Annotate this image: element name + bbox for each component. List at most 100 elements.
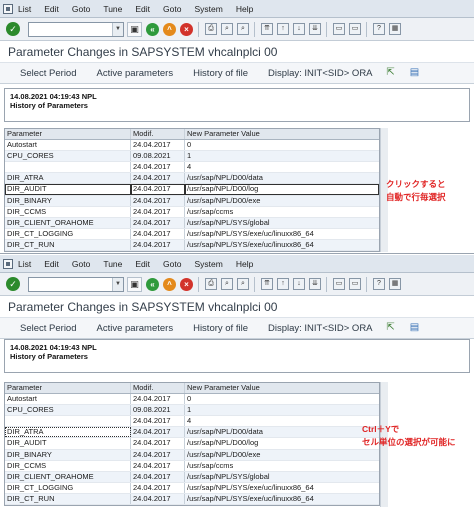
menu-system[interactable]: System <box>194 259 222 269</box>
cell-parameter[interactable]: DIR_BINARY <box>5 449 131 460</box>
layout-icon[interactable]: ▦ <box>389 278 401 290</box>
exit-icon[interactable]: ^ <box>163 22 176 36</box>
cell-value[interactable]: /usr/sap/NPL/D00/exe <box>185 450 379 460</box>
cell-modified[interactable]: 24.04.2017 <box>131 416 185 427</box>
menu-goto[interactable]: Goto <box>72 259 90 269</box>
table-row[interactable]: DIR_ATRA 24.04.2017 /usr/sap/NPL/D00/dat… <box>5 173 379 185</box>
menu-list[interactable]: List <box>18 4 31 14</box>
table-row[interactable]: CPU_CORES 09.08.2021 1 <box>5 151 379 163</box>
layout-settings-icon[interactable]: ▤ <box>409 67 421 79</box>
cell-modified[interactable]: 24.04.2017 <box>131 460 185 471</box>
table-row[interactable]: DIR_CLIENT_ORAHOME 24.04.2017 /usr/sap/N… <box>5 217 379 229</box>
cell-parameter[interactable]: DIR_AUDIT <box>5 438 131 449</box>
first-page-icon[interactable]: ⇈ <box>261 23 273 35</box>
find-icon[interactable]: ⌕ <box>221 23 233 35</box>
column-header-modified[interactable]: Modif. <box>131 383 185 394</box>
cell-modified[interactable]: 24.04.2017 <box>131 471 185 482</box>
find-next-icon[interactable]: ⌕ <box>237 23 249 35</box>
cell-modified[interactable]: 24.04.2017 <box>131 438 185 449</box>
cell-parameter[interactable]: Autostart <box>5 140 131 151</box>
table-row[interactable]: DIR_AUDIT 24.04.2017 /usr/sap/NPL/D00/lo… <box>5 438 379 450</box>
cell-modified[interactable]: 09.08.2021 <box>131 405 185 416</box>
select-period-button[interactable]: Select Period <box>20 68 77 79</box>
cell-value[interactable]: 4 <box>185 416 379 426</box>
history-of-file-button[interactable]: History of file <box>193 68 248 79</box>
command-field[interactable]: ▼ <box>28 21 124 37</box>
menu-goto-2[interactable]: Goto <box>163 259 181 269</box>
help-icon[interactable]: ? <box>373 278 385 290</box>
table-row[interactable]: DIR_CT_LOGGING 24.04.2017 /usr/sap/NPL/S… <box>5 228 379 240</box>
window-menu-icon[interactable] <box>3 258 13 269</box>
menu-system[interactable]: System <box>194 4 222 14</box>
enter-check-icon[interactable]: ✓ <box>6 277 20 291</box>
select-period-button[interactable]: Select Period <box>20 323 77 334</box>
cell-modified[interactable]: 24.04.2017 <box>131 482 185 493</box>
menu-edit[interactable]: Edit <box>44 259 59 269</box>
layout-settings-icon[interactable]: ▤ <box>409 322 421 334</box>
enter-check-icon[interactable]: ✓ <box>6 22 20 36</box>
cell-value[interactable]: /usr/sap/NPL/SYS/exe/uc/linuxx86_64 <box>185 240 379 250</box>
previous-page-icon[interactable]: ↑ <box>277 23 289 35</box>
cell-modified[interactable]: 24.04.2017 <box>131 427 185 438</box>
cell-parameter[interactable]: DIR_CT_RUN <box>5 493 131 505</box>
new-session-icon[interactable]: ▭ <box>333 23 345 35</box>
cell-value[interactable]: 1 <box>185 151 379 161</box>
save-icon[interactable]: ▣ <box>127 21 142 37</box>
export-icon[interactable]: ⇱ <box>385 67 397 79</box>
cancel-icon[interactable]: × <box>180 22 193 36</box>
save-icon[interactable]: ▣ <box>127 276 142 292</box>
table-row[interactable]: DIR_CCMS 24.04.2017 /usr/sap/ccms <box>5 460 379 472</box>
cell-value[interactable]: /usr/sap/NPL/D00/log <box>185 184 379 195</box>
cell-modified[interactable]: 24.04.2017 <box>131 173 185 184</box>
new-session-icon[interactable]: ▭ <box>333 278 345 290</box>
first-page-icon[interactable]: ⇈ <box>261 278 273 290</box>
print-icon[interactable]: ⎙ <box>205 23 217 35</box>
cell-modified[interactable]: 24.04.2017 <box>131 206 185 217</box>
cell-value[interactable]: /usr/sap/NPL/SYS/exe/uc/linuxx86_64 <box>185 229 379 239</box>
cell-parameter[interactable] <box>5 416 131 427</box>
previous-page-icon[interactable]: ↑ <box>277 278 289 290</box>
menu-list[interactable]: List <box>18 259 31 269</box>
cell-parameter-selected[interactable]: DIR_ATRA <box>5 427 131 438</box>
cell-modified[interactable]: 24.04.2017 <box>131 493 185 505</box>
column-header-value[interactable]: New Parameter Value <box>185 383 379 393</box>
cell-modified[interactable]: 24.04.2017 <box>131 140 185 151</box>
back-icon[interactable]: « <box>146 22 159 36</box>
column-header-value[interactable]: New Parameter Value <box>185 129 379 139</box>
cell-parameter[interactable]: DIR_AUDIT <box>5 184 131 195</box>
table-row[interactable]: Autostart 24.04.2017 0 <box>5 140 379 152</box>
shortcut-icon[interactable]: ▭ <box>349 23 361 35</box>
cell-parameter[interactable]: DIR_BINARY <box>5 195 131 206</box>
cell-modified[interactable]: 24.04.2017 <box>131 184 185 195</box>
cell-value[interactable]: /usr/sap/NPL/D00/log <box>185 438 379 448</box>
find-next-icon[interactable]: ⌕ <box>237 278 249 290</box>
cell-value[interactable]: /usr/sap/NPL/D00/exe <box>185 196 379 206</box>
active-parameters-button[interactable]: Active parameters <box>97 68 174 79</box>
cell-parameter[interactable]: CPU_CORES <box>5 405 131 416</box>
back-icon[interactable]: « <box>146 277 159 291</box>
cell-value[interactable]: /usr/sap/NPL/SYS/global <box>185 218 379 228</box>
table-row[interactable]: DIR_CT_RUN 24.04.2017 /usr/sap/NPL/SYS/e… <box>5 493 379 506</box>
cell-value[interactable]: /usr/sap/NPL/D00/data <box>185 427 379 437</box>
cell-parameter[interactable]: Autostart <box>5 394 131 405</box>
cell-value[interactable]: 0 <box>185 140 379 150</box>
table-row[interactable]: 24.04.2017 4 <box>5 416 379 428</box>
table-row[interactable]: DIR_CT_RUN 24.04.2017 /usr/sap/NPL/SYS/e… <box>5 239 379 252</box>
help-icon[interactable]: ? <box>373 23 385 35</box>
cell-parameter[interactable]: DIR_CCMS <box>5 460 131 471</box>
cell-parameter[interactable]: DIR_CCMS <box>5 206 131 217</box>
last-page-icon[interactable]: ⇊ <box>309 23 321 35</box>
menu-tune[interactable]: Tune <box>103 4 122 14</box>
table-row[interactable]: DIR_BINARY 24.04.2017 /usr/sap/NPL/D00/e… <box>5 195 379 207</box>
find-icon[interactable]: ⌕ <box>221 278 233 290</box>
table-row[interactable]: Autostart 24.04.2017 0 <box>5 394 379 406</box>
cell-value[interactable]: /usr/sap/NPL/SYS/exe/uc/linuxx86_64 <box>185 483 379 493</box>
table-row-cell-selected[interactable]: DIR_ATRA 24.04.2017 /usr/sap/NPL/D00/dat… <box>5 427 379 439</box>
display-button[interactable]: Display: INIT<SID> ORA <box>268 323 373 334</box>
cell-value[interactable]: /usr/sap/NPL/D00/data <box>185 173 379 183</box>
print-icon[interactable]: ⎙ <box>205 278 217 290</box>
last-page-icon[interactable]: ⇊ <box>309 278 321 290</box>
cell-modified[interactable]: 24.04.2017 <box>131 228 185 239</box>
table-row-selected[interactable]: DIR_AUDIT 24.04.2017 /usr/sap/NPL/D00/lo… <box>5 184 379 196</box>
menu-goto-2[interactable]: Goto <box>163 4 181 14</box>
